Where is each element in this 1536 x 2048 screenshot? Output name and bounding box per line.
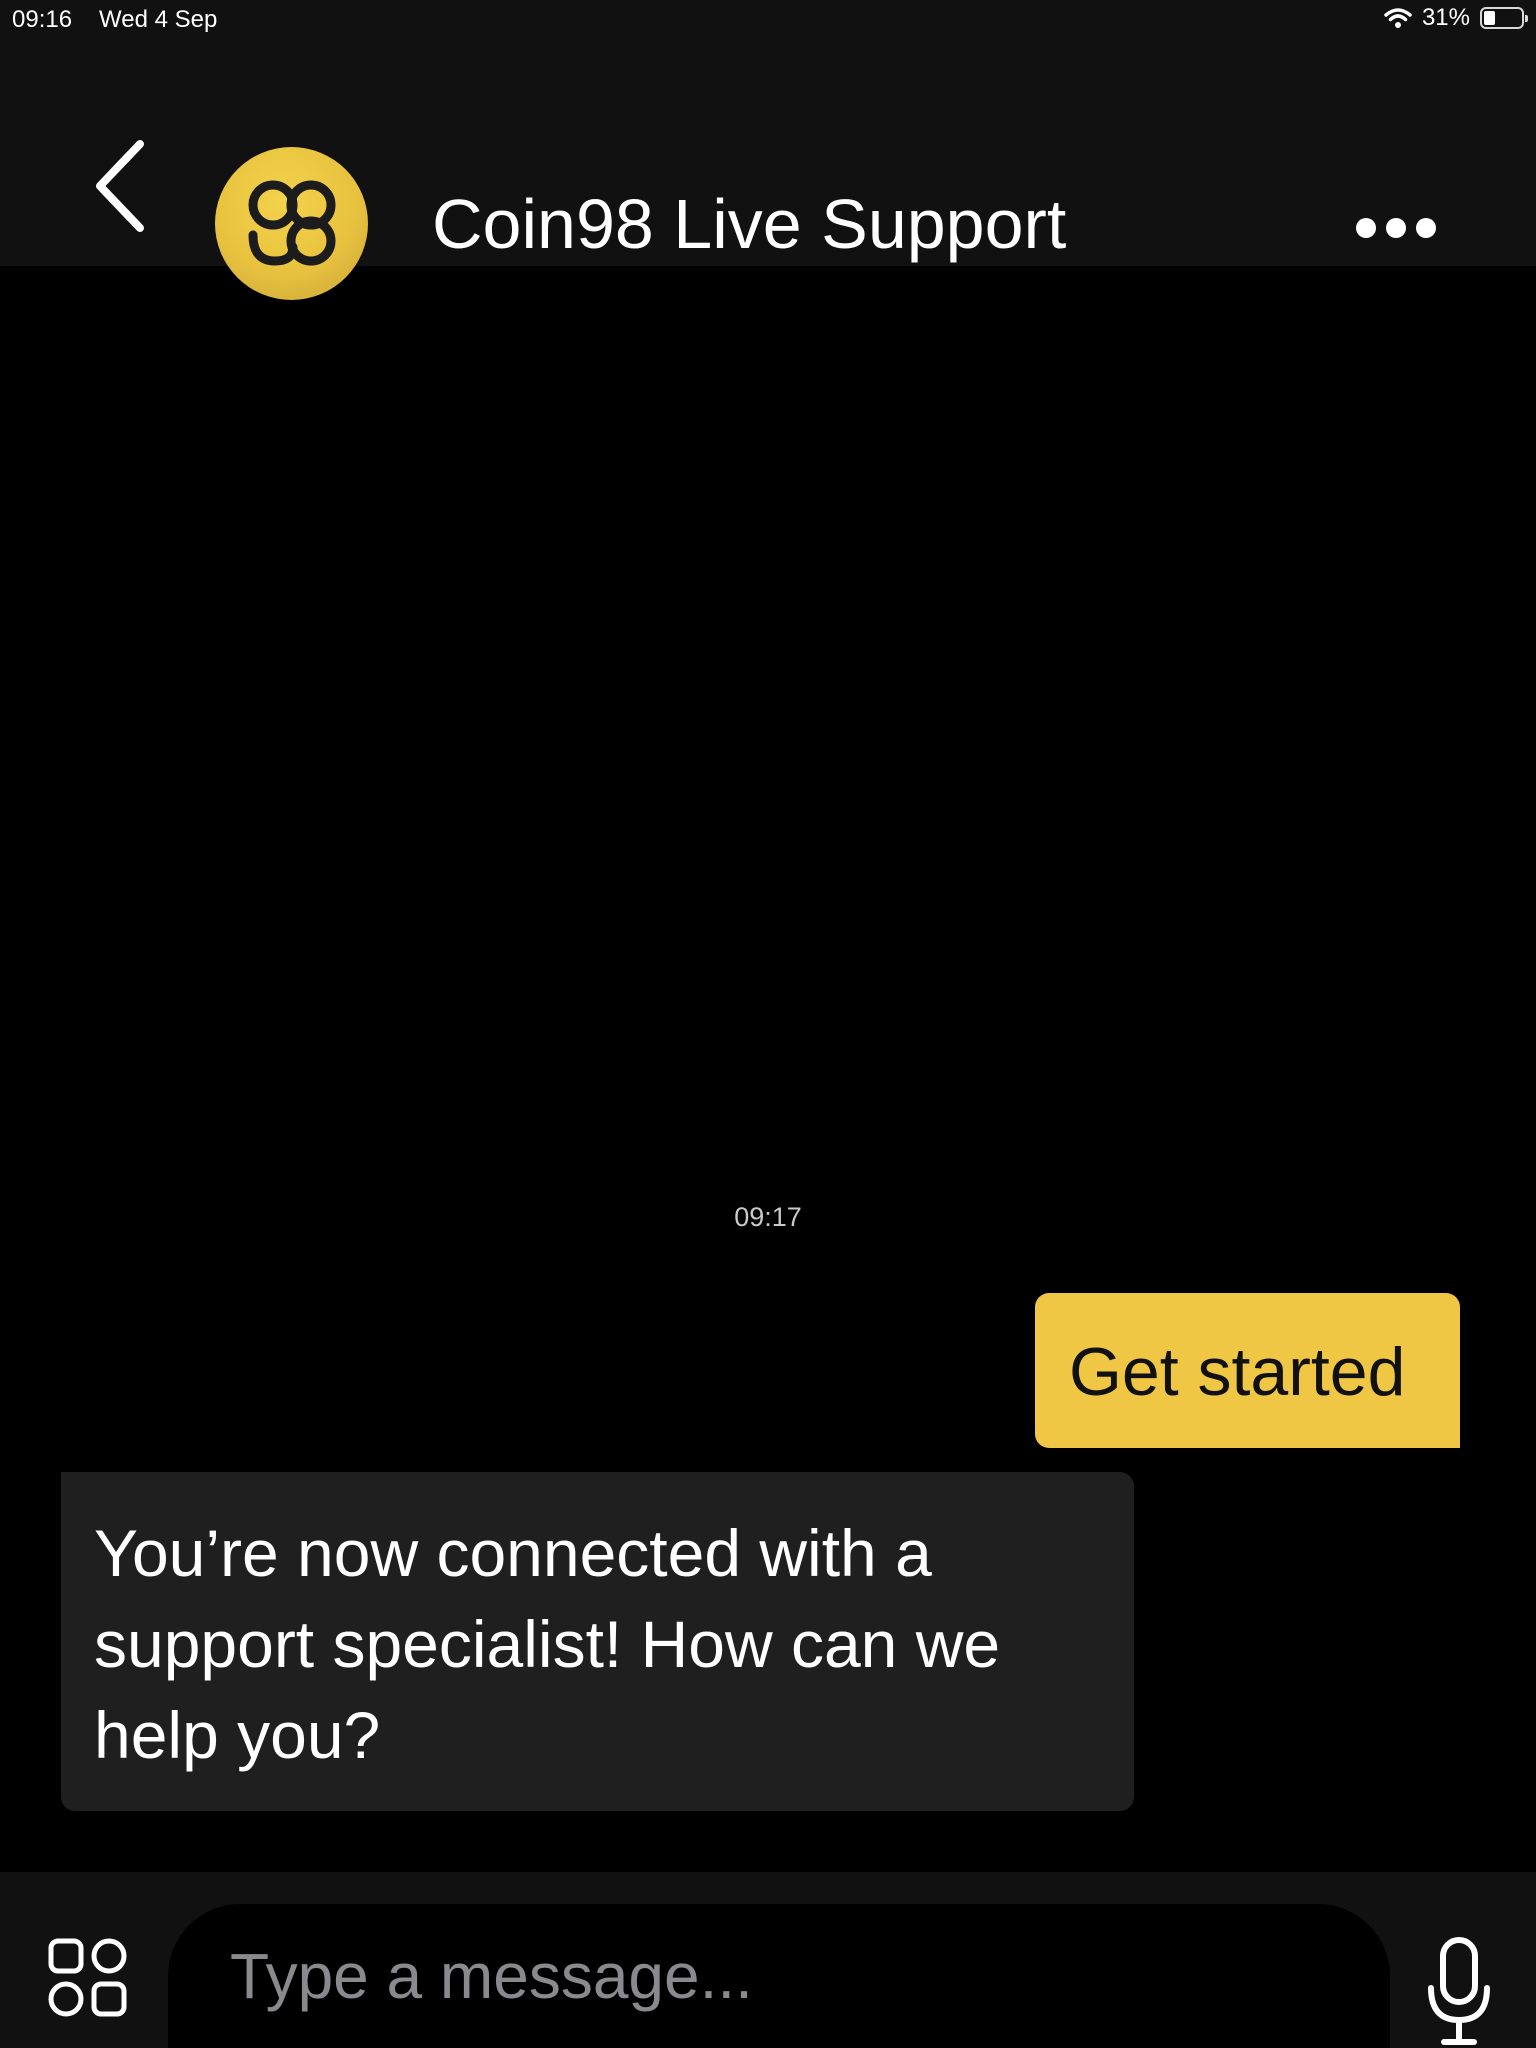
battery-percent: 31%	[1421, 4, 1470, 31]
page-title: Coin98 Live Support	[432, 185, 1067, 263]
message-composer	[0, 1872, 1536, 2048]
status-bar: 09:16 Wed 4 Sep 31%	[0, 0, 1536, 40]
battery-fill	[1484, 11, 1495, 25]
chat-screen: 09:16 Wed 4 Sep 31% Coin98 Live Support …	[0, 0, 1536, 2048]
more-horizontal-icon	[1356, 218, 1376, 238]
status-date: Wed 4 Sep	[99, 6, 218, 33]
message-timestamp: 09:17	[734, 1202, 802, 1232]
status-time: 09:16	[12, 6, 73, 33]
avatar	[215, 147, 368, 300]
microphone-icon	[1428, 1937, 1490, 2045]
wifi-icon	[1384, 7, 1412, 29]
apps-button[interactable]	[48, 1938, 128, 2018]
coin98-logo-icon	[248, 180, 336, 266]
chat-header: Coin98 Live Support	[0, 40, 1536, 300]
status-indicators: 31%	[1384, 4, 1528, 32]
more-button[interactable]	[1356, 208, 1436, 248]
apps-grid-icon	[48, 1938, 127, 2017]
microphone-button[interactable]	[1426, 1936, 1492, 2048]
chevron-left-icon	[96, 140, 144, 232]
back-button[interactable]	[88, 136, 158, 236]
battery-icon	[1480, 7, 1528, 29]
message-input[interactable]	[168, 1904, 1390, 2048]
received-message-bubble: You’re now connected with a support spec…	[61, 1472, 1134, 1811]
sent-message-bubble: Get started	[1035, 1293, 1460, 1448]
